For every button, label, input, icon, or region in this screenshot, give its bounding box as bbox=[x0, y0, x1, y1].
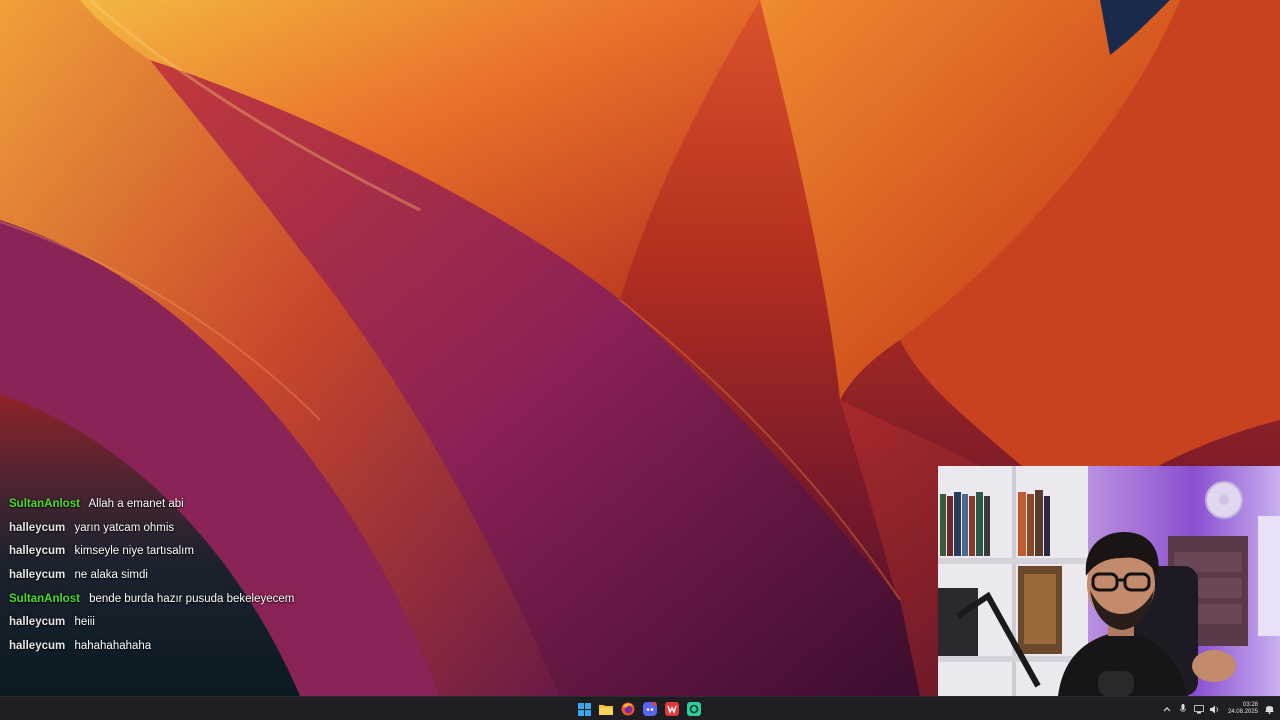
windows-start-icon[interactable] bbox=[575, 700, 593, 718]
discord-icon[interactable] bbox=[641, 700, 659, 718]
clock-date: 24.08.2025 bbox=[1227, 709, 1258, 715]
webcam-scene bbox=[938, 466, 1280, 696]
chat-text: ne alaka simdi bbox=[74, 569, 148, 582]
chat-username: halleycum bbox=[9, 640, 66, 653]
taskbar-app-list bbox=[575, 700, 703, 718]
chat-message: halleycum kimseyle niye tartısalım bbox=[9, 543, 429, 567]
chat-message: halleycum hahahahahaha bbox=[9, 638, 429, 662]
file-explorer-icon[interactable] bbox=[597, 700, 615, 718]
chat-message: SultanAnlost bende burda hazır pusuda be… bbox=[9, 591, 429, 615]
system-clock[interactable]: 03:28 24.08.2025 bbox=[1228, 702, 1258, 716]
chevron-up-icon[interactable] bbox=[1162, 704, 1172, 714]
clock-time: 03:28 bbox=[1242, 702, 1258, 708]
notification-bell-icon[interactable] bbox=[1264, 704, 1274, 714]
chat-text: kimseyle niye tartısalım bbox=[74, 545, 194, 558]
chat-text: hahahahahaha bbox=[74, 640, 152, 653]
chat-username: SultanAnlost bbox=[9, 498, 80, 510]
webcam-overlay bbox=[938, 466, 1280, 696]
chat-text: yarın yatcam ohmis bbox=[74, 521, 175, 534]
volume-icon[interactable] bbox=[1209, 704, 1220, 714]
chat-message: halleycum heiii bbox=[9, 614, 429, 638]
system-tray: 03:28 24.08.2025 bbox=[1162, 699, 1274, 719]
wps-office-icon[interactable] bbox=[663, 700, 681, 718]
chat-username: halleycum bbox=[9, 545, 66, 558]
chat-text: heiii bbox=[74, 616, 95, 629]
chat-message: SultanAnlost Allah a emanet abi bbox=[9, 496, 429, 520]
chat-text: bende burda hazır pusuda bekeleyecem bbox=[89, 592, 295, 605]
microphone-icon[interactable] bbox=[1178, 704, 1188, 714]
chat-text: Allah a emanet abi bbox=[88, 498, 184, 510]
firefox-icon[interactable] bbox=[619, 700, 637, 718]
chat-username: halleycum bbox=[9, 521, 66, 534]
windows-taskbar: 03:28 24.08.2025 bbox=[0, 696, 1280, 720]
network-icon[interactable] bbox=[1194, 704, 1204, 714]
chat-username: halleycum bbox=[9, 616, 66, 629]
chat-username: halleycum bbox=[9, 569, 66, 582]
chatgpt-app-icon[interactable] bbox=[685, 700, 703, 718]
stream-chat-overlay: SultanAnlost Allah a emanet abi halleycu… bbox=[9, 496, 429, 662]
chat-message: halleycum yarın yatcam ohmis bbox=[9, 520, 429, 544]
chat-username: SultanAnlost bbox=[9, 592, 80, 605]
chat-message: halleycum ne alaka simdi bbox=[9, 567, 429, 591]
